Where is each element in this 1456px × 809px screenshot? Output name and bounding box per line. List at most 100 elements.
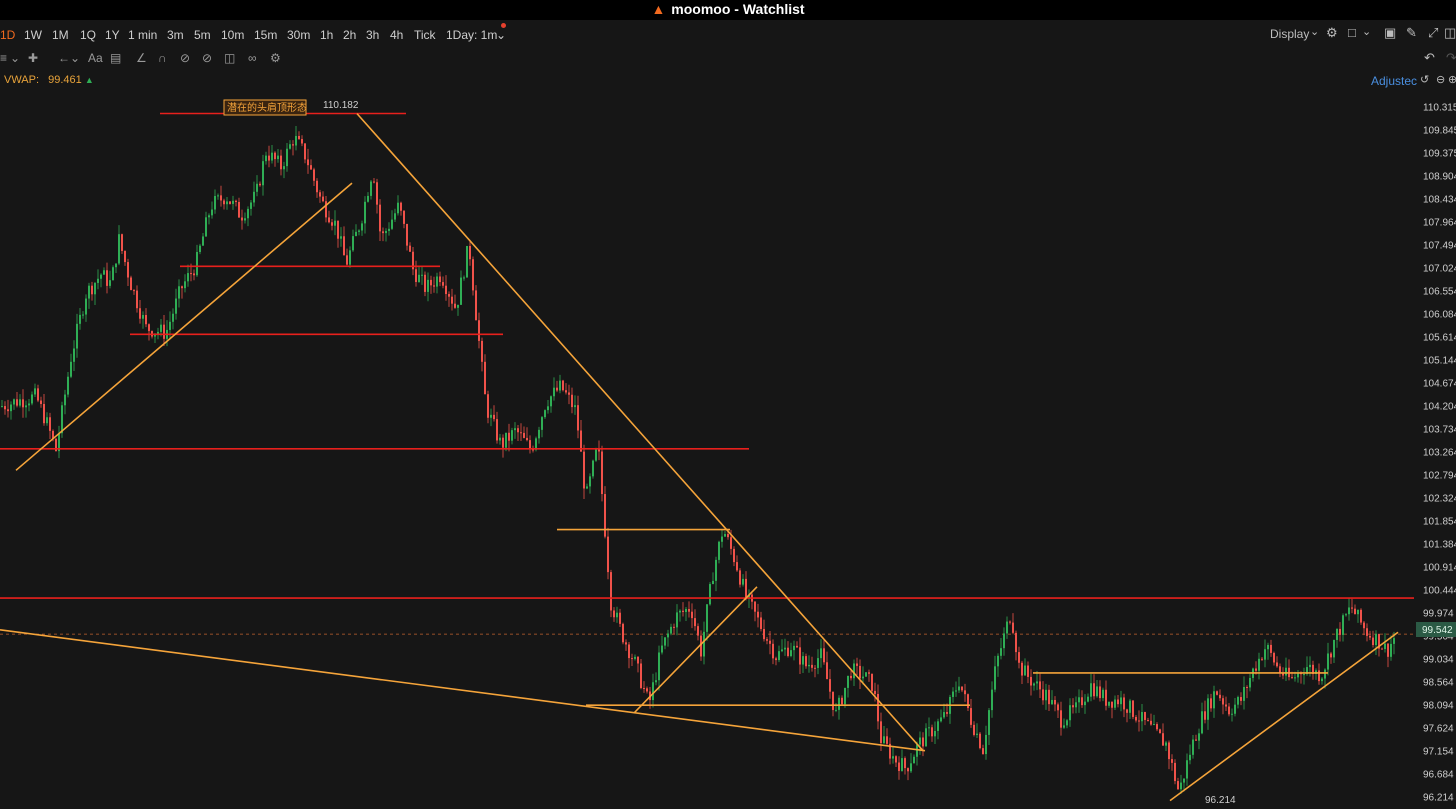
y-tick-label: 100.914 bbox=[1423, 563, 1456, 574]
candle-body-down bbox=[274, 152, 276, 160]
candle-body-up bbox=[70, 361, 72, 377]
candle-body-up bbox=[1348, 607, 1350, 615]
candle-body-up bbox=[781, 649, 783, 652]
candle-body-down bbox=[763, 628, 765, 640]
candle-body-down bbox=[622, 623, 624, 643]
candle-body-up bbox=[1234, 704, 1236, 714]
candle-body-down bbox=[964, 690, 966, 695]
candle-body-up bbox=[547, 406, 549, 411]
candle-body-up bbox=[1375, 633, 1377, 646]
candle-body-down bbox=[280, 155, 282, 170]
y-tick-label: 109.375 bbox=[1423, 148, 1456, 159]
candle-body-up bbox=[67, 376, 69, 395]
candle-body-down bbox=[904, 758, 906, 769]
candle-body-up bbox=[679, 610, 681, 613]
candle-body-up bbox=[358, 230, 360, 232]
candle-body-down bbox=[1126, 709, 1128, 713]
candle-body-up bbox=[271, 152, 273, 161]
candle-body-down bbox=[1027, 665, 1029, 677]
candle-body-up bbox=[355, 231, 357, 237]
candle-body-down bbox=[346, 255, 348, 265]
candle-body-up bbox=[31, 394, 33, 404]
candle-body-up bbox=[1249, 677, 1251, 688]
candle-body-down bbox=[190, 273, 192, 275]
candle-body-down bbox=[526, 437, 528, 441]
candle-body-down bbox=[325, 201, 327, 218]
candle-body-down bbox=[1360, 609, 1362, 623]
candle-body-down bbox=[322, 196, 324, 202]
candle-body-down bbox=[1057, 704, 1059, 711]
candle-body-up bbox=[1084, 701, 1086, 706]
candle-body-up bbox=[79, 314, 81, 324]
candle-body-up bbox=[352, 236, 354, 251]
candle-body-down bbox=[733, 548, 735, 563]
candle-body-down bbox=[1174, 762, 1176, 782]
candle-body-up bbox=[655, 680, 657, 683]
candle-body-down bbox=[946, 712, 948, 714]
candle-body-up bbox=[862, 676, 864, 679]
candle-body-up bbox=[976, 733, 978, 735]
candle-body-up bbox=[1087, 696, 1089, 702]
candle-body-down bbox=[1171, 759, 1173, 763]
candle-body-down bbox=[556, 387, 558, 391]
candle-body-down bbox=[1387, 643, 1389, 657]
candle-body-up bbox=[286, 148, 288, 167]
candle-body-down bbox=[484, 361, 486, 395]
candle-body-down bbox=[1195, 739, 1197, 741]
candle-body-up bbox=[652, 682, 654, 701]
candle-body-down bbox=[298, 136, 300, 140]
candle-body-down bbox=[16, 399, 18, 406]
candle-body-down bbox=[1339, 628, 1341, 635]
candle-body-up bbox=[712, 580, 714, 585]
candle-body-up bbox=[616, 612, 618, 618]
candle-body-down bbox=[22, 399, 24, 408]
candle-body-up bbox=[544, 410, 546, 418]
candle-body-up bbox=[709, 584, 711, 605]
candle-body-up bbox=[61, 405, 63, 434]
y-tick-label: 104.674 bbox=[1423, 379, 1456, 390]
candle-body-up bbox=[676, 612, 678, 628]
candle-body-up bbox=[724, 534, 726, 537]
candle-body-up bbox=[334, 220, 336, 226]
candle-body-down bbox=[532, 449, 534, 451]
candle-body-up bbox=[574, 405, 576, 408]
candle-body-up bbox=[1189, 754, 1191, 761]
candle-body-down bbox=[583, 451, 585, 489]
candle-body-down bbox=[814, 667, 816, 669]
candle-body-down bbox=[829, 679, 831, 692]
candle-body-up bbox=[817, 658, 819, 668]
candle-body-up bbox=[73, 348, 75, 362]
candle-body-up bbox=[1066, 720, 1068, 726]
candle-body-down bbox=[625, 642, 627, 645]
candle-body-up bbox=[913, 756, 915, 764]
candle-body-down bbox=[331, 222, 333, 226]
candle-body-down bbox=[1138, 720, 1140, 722]
candle-body-up bbox=[553, 387, 555, 397]
candle-body-up bbox=[793, 645, 795, 651]
candle-body-down bbox=[238, 202, 240, 218]
y-tick-label: 106.554 bbox=[1423, 287, 1456, 298]
candle-body-up bbox=[664, 637, 666, 646]
candle-body-down bbox=[922, 737, 924, 747]
candle-body-up bbox=[94, 282, 96, 295]
candle-body-down bbox=[121, 234, 123, 251]
candle-body-down bbox=[502, 437, 504, 448]
price-chart[interactable]: 110.315 109.845 109.375 108.904 108.434 107.9… bbox=[0, 0, 1456, 809]
candle-body-down bbox=[874, 690, 876, 694]
candle-body-up bbox=[1063, 725, 1065, 728]
candle-body-down bbox=[469, 245, 471, 260]
candle-body-down bbox=[856, 663, 858, 666]
candle-body-down bbox=[895, 756, 897, 763]
candle-body-up bbox=[1393, 638, 1395, 644]
candle-body-up bbox=[958, 686, 960, 691]
candle-body-up bbox=[1243, 687, 1245, 701]
candle-body-up bbox=[703, 631, 705, 657]
candle-body-down bbox=[442, 282, 444, 286]
candle-body-down bbox=[979, 733, 981, 749]
candle-body-up bbox=[538, 429, 540, 439]
candle-body-down bbox=[757, 611, 759, 618]
candle-body-up bbox=[1384, 643, 1386, 649]
candle-body-up bbox=[82, 314, 84, 316]
y-tick-label: 100.444 bbox=[1423, 586, 1456, 597]
candle-body-up bbox=[427, 279, 429, 292]
